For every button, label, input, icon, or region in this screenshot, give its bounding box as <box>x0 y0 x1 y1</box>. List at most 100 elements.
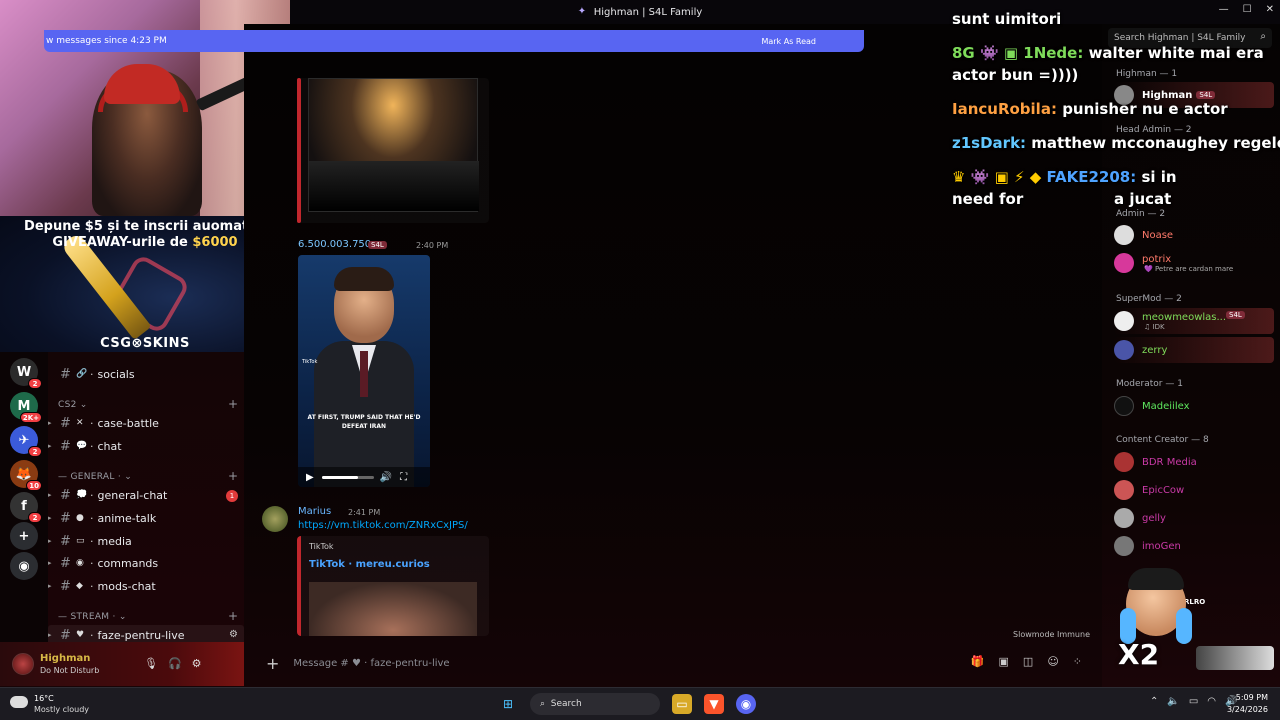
weather-widget[interactable]: 16°C Mostly cloudy <box>10 694 100 716</box>
member-gelly[interactable]: gelly <box>1114 505 1274 531</box>
channel-media[interactable]: ▸ # ▭ · media <box>48 531 244 551</box>
channel-label: socials <box>97 367 135 381</box>
apps-icon[interactable]: ⁘ <box>1073 655 1082 668</box>
wifi-icon[interactable]: ◠ <box>1207 696 1216 707</box>
input-channel: faze-pentru-live <box>370 657 450 669</box>
avatar <box>1114 452 1134 472</box>
emoji-icon[interactable]: ☺ <box>1047 655 1058 668</box>
server-tag: S4L <box>368 241 387 249</box>
channel-general-chat[interactable]: ▸ # 💭 · general-chat 1 <box>48 485 244 505</box>
message-timestamp: 2:40 PM <box>416 241 449 250</box>
member-potrix[interactable]: potrix 💜 Petre are cardan mare <box>1114 250 1274 276</box>
channel-settings-icon[interactable]: ⚙ <box>229 629 238 640</box>
add-channel-button[interactable]: + <box>228 469 238 483</box>
member-name: zerry <box>1142 344 1168 356</box>
mark-as-read-button[interactable]: Mark As Read <box>761 37 816 46</box>
file-explorer-icon[interactable]: ▭ <box>672 694 692 714</box>
sticker-icon[interactable]: ◫ <box>1023 655 1033 668</box>
taskbar-search[interactable]: ⌕ Search <box>530 693 660 715</box>
monitor-icon[interactable]: ▭ <box>1189 696 1198 707</box>
overlay-username: FAKE2208: <box>1046 168 1137 186</box>
attach-plus-icon[interactable]: + <box>266 654 279 673</box>
avatar[interactable] <box>12 653 34 675</box>
member-name: imoGen <box>1142 540 1181 552</box>
category-cs2[interactable]: CS2 ⌄ <box>58 400 88 410</box>
close-button[interactable]: ✕ <box>1266 4 1274 15</box>
member-madeiilex[interactable]: Madeiilex <box>1114 393 1274 419</box>
embed-title[interactable]: TikTok · mereu.curios <box>309 559 430 570</box>
play-icon[interactable]: ▶ <box>306 472 314 483</box>
hash-icon: # <box>60 578 71 594</box>
ad-amount: $6000 <box>192 235 238 250</box>
new-messages-bar[interactable]: w messages since 4:23 PM Mark As Read <box>44 30 864 52</box>
member-bdr-media[interactable]: BDR Media <box>1114 449 1274 475</box>
brave-browser-icon[interactable]: ▼ <box>704 694 724 714</box>
message-composer[interactable]: + Message # ♥ · faze-pentru-live 🎁 ▣ ◫ ☺… <box>256 647 1096 679</box>
fullscreen-icon[interactable]: ⛶ <box>400 472 407 483</box>
gift-icon[interactable]: 🎁 <box>971 655 985 668</box>
channel-case-battle[interactable]: ▸ # ✕ · case-battle <box>48 413 244 433</box>
heart-icon: ♥ <box>76 630 85 640</box>
link-icon: 🔗 <box>76 369 88 379</box>
headphones-icon[interactable]: 🎧 <box>168 657 182 670</box>
category-stream[interactable]: — STREAM · ⌄ <box>58 612 127 622</box>
role-header: Moderator — 1 <box>1116 379 1183 389</box>
gear-icon[interactable]: ⚙ <box>192 657 202 670</box>
member-name: EpicCow <box>1142 484 1185 496</box>
composer-tools: 🎁 ▣ ◫ ☺ ⁘ <box>971 655 1082 668</box>
add-server-button[interactable]: + <box>10 522 38 550</box>
speaker-icon[interactable]: 🔈 <box>1167 696 1179 707</box>
message-input[interactable]: Message # ♥ · faze-pentru-live <box>293 658 449 669</box>
channel-mods-chat[interactable]: ▸ # ◆ · mods-chat <box>48 576 244 596</box>
message-timestamp: 2:41 PM <box>348 508 381 517</box>
chevron-up-icon[interactable]: ⌃ <box>1150 696 1158 707</box>
embed-thumbnail[interactable] <box>309 582 477 636</box>
volume-icon[interactable]: 🔊 <box>380 472 392 483</box>
channel-commands[interactable]: ▸ # ◉ · commands <box>48 553 244 573</box>
overlay-line: 8G 👾 ▣ 1Nede: walter white mai era <box>952 44 1264 62</box>
server-icon-w[interactable]: W 2 <box>10 358 42 389</box>
discord-icon[interactable]: ◉ <box>736 694 756 714</box>
maximize-button[interactable]: ☐ <box>1243 4 1252 15</box>
server-label: f <box>21 498 27 514</box>
category-general[interactable]: — GENERAL · ⌄ <box>58 472 132 482</box>
message-author[interactable]: Marius <box>298 506 331 517</box>
channel-chat[interactable]: ▸ # 💬 · chat <box>48 436 244 456</box>
member-imogen[interactable]: imoGen <box>1114 533 1274 559</box>
member-noase[interactable]: Noase <box>1114 222 1274 248</box>
windows-start-icon[interactable]: ⊞ <box>498 694 518 714</box>
add-channel-button[interactable]: + <box>228 609 238 623</box>
channel-socials[interactable]: # 🔗 · socials <box>48 364 244 384</box>
member-status: 💜 Petre are cardan mare <box>1144 265 1234 273</box>
channel-anime-talk[interactable]: ▸ # ● · anime-talk <box>48 508 244 528</box>
member-meowmeowlas[interactable]: meowmeowlas... S4L ♫ IDK <box>1114 308 1274 334</box>
avatar[interactable] <box>262 506 288 532</box>
category-label: CS2 <box>58 400 77 410</box>
server-icon-m[interactable]: M 2K+ <box>10 392 42 423</box>
message-link[interactable]: https://vm.tiktok.com/ZNRxCxJPS/ <box>298 520 468 531</box>
server-icon-plane[interactable]: ✈ 2 <box>10 426 42 457</box>
member-zerry[interactable]: zerry <box>1114 337 1274 363</box>
user-panel: Highman Do Not Disturb 🎙 🎧 ⚙ <box>0 642 244 686</box>
server-icon-f[interactable]: f 2 <box>10 492 42 523</box>
taskbar-clock[interactable]: 5:09 PM 3/24/2026 <box>1227 692 1268 716</box>
video-attachment[interactable]: TikTok AT FIRST, TRUMP SAID THAT HE'D DE… <box>298 255 430 487</box>
hash-icon: # <box>60 415 71 431</box>
member-epiccow[interactable]: EpicCow <box>1114 477 1274 503</box>
server-icon-fox[interactable]: 🦊 10 <box>10 460 42 491</box>
taskbar-search-label: Search <box>550 699 582 709</box>
minimize-button[interactable]: — <box>1219 4 1229 15</box>
attached-image[interactable] <box>308 78 479 212</box>
emote-hair <box>1128 568 1184 590</box>
microphone-icon[interactable]: 🎙 <box>144 657 158 670</box>
explore-servers-button[interactable]: ◉ <box>10 552 38 580</box>
message-author[interactable]: 6.500.003.750 <box>298 239 371 250</box>
avatar <box>1114 480 1134 500</box>
compass-icon: ◉ <box>18 558 30 574</box>
gif-icon[interactable]: ▣ <box>999 655 1009 668</box>
video-progress-bar[interactable] <box>321 475 374 479</box>
avatar <box>1114 536 1134 556</box>
add-channel-button[interactable]: + <box>228 397 238 411</box>
channel-label: mods-chat <box>97 579 156 593</box>
swords-icon: ✕ <box>76 418 84 428</box>
